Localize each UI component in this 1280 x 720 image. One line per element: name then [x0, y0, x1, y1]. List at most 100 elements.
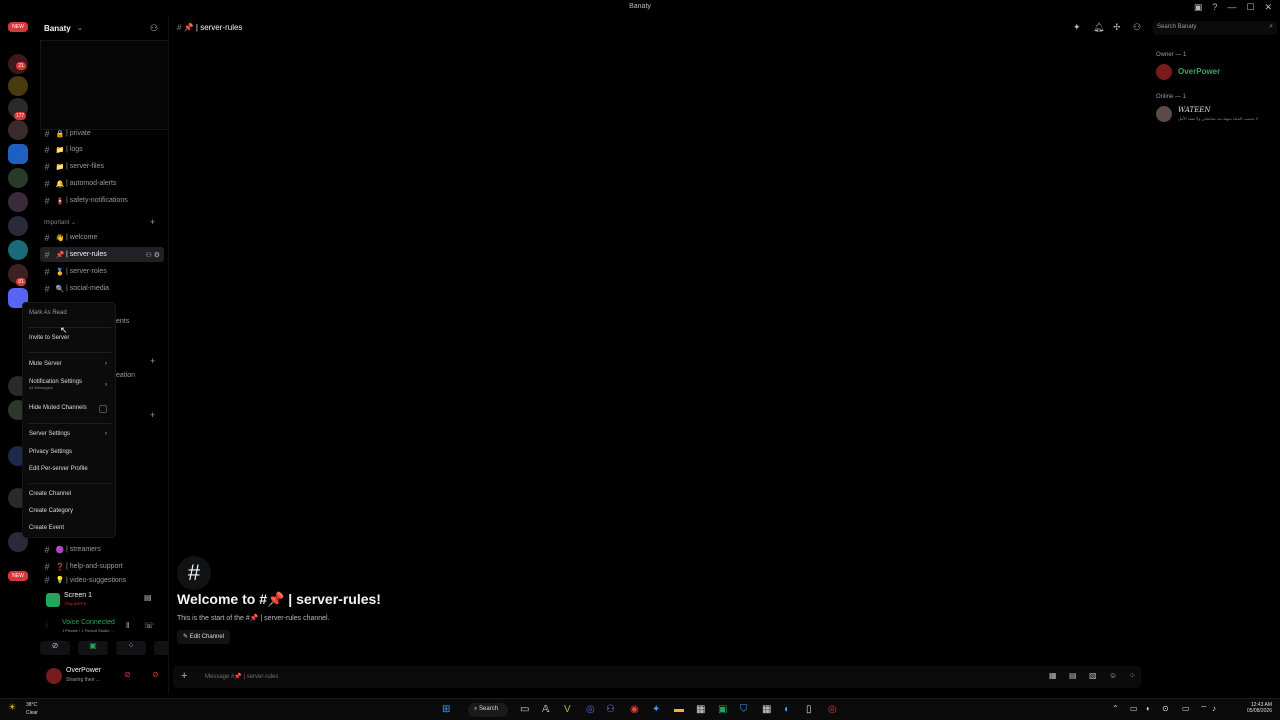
attach-plus-icon[interactable]: +: [181, 670, 187, 682]
menu-server-settings[interactable]: Server Settings ›: [29, 431, 113, 437]
tray-icon[interactable]: ▭: [1182, 704, 1190, 713]
menu-mark-as-read[interactable]: Mark As Read: [29, 310, 113, 316]
apps-icon[interactable]: ⁘: [1129, 671, 1136, 680]
menu-invite-to-server[interactable]: Invite to Server: [29, 335, 113, 341]
sticker-icon[interactable]: ▧: [1089, 671, 1097, 680]
menu-hide-muted-channels[interactable]: Hide Muted Channels: [29, 405, 113, 413]
tray-chevron-icon[interactable]: ⌃: [1112, 704, 1119, 713]
app-icon[interactable]: ◎: [828, 704, 837, 715]
start-icon[interactable]: ⊞: [442, 704, 450, 715]
server-icon[interactable]: [8, 168, 28, 188]
server-icon[interactable]: [8, 120, 28, 140]
channel-social-media[interactable]: # 🔍 | social-media: [40, 281, 164, 296]
channel-server-roles[interactable]: # 🏅 | server-roles: [40, 264, 164, 279]
maximize-icon[interactable]: ☐: [1246, 2, 1254, 13]
message-composer[interactable]: + Message #📌 | server-rules ▦ ▤ ▧ ☺ ⁘: [173, 666, 1141, 688]
pin-icon[interactable]: ✢: [1113, 22, 1121, 33]
weather-widget[interactable]: ☀ 38°C Clear: [8, 702, 38, 716]
channel-server-files[interactable]: # 📁 | server-files: [40, 159, 164, 174]
channel-private[interactable]: # 🔒 | private: [40, 126, 164, 141]
add-channel-icon[interactable]: +: [150, 356, 155, 366]
tray-icon[interactable]: ▭: [1130, 704, 1138, 713]
menu-privacy-settings[interactable]: Privacy Settings: [29, 449, 113, 455]
server-header[interactable]: Banaty ⌄ ⚇: [36, 16, 168, 40]
edge-icon[interactable]: ◐: [784, 704, 790, 715]
menu-create-category[interactable]: Create Category: [29, 508, 113, 514]
channel-streamers[interactable]: # 🟣 | streamers: [40, 542, 164, 557]
app-icon[interactable]: 𝔸: [542, 704, 549, 715]
search-input[interactable]: Search Banaty ⌕: [1153, 21, 1277, 35]
menu-create-event[interactable]: Create Event: [29, 525, 113, 531]
add-channel-icon[interactable]: +: [150, 217, 155, 227]
chrome-icon[interactable]: ◉: [630, 704, 639, 715]
emoji-icon[interactable]: ☺: [1109, 671, 1117, 680]
clock[interactable]: 12:43 AM 05/08/2026: [1247, 702, 1272, 714]
close-icon[interactable]: ✕: [1264, 2, 1272, 13]
menu-mute-server[interactable]: Mute Server ›: [29, 361, 113, 367]
message-input[interactable]: Message #📌 | server-rules: [205, 673, 278, 680]
member-list-icon[interactable]: ⚇: [1133, 22, 1141, 33]
channel-automod-alerts[interactable]: # 🔔 | automod-alerts: [40, 176, 164, 191]
bell-icon[interactable]: 🔔︎: [1093, 22, 1104, 33]
app-icon[interactable]: ▣: [718, 704, 727, 715]
activities-icon[interactable]: ⁘: [116, 641, 146, 655]
teams-icon[interactable]: ⚇: [606, 704, 615, 715]
calculator-icon[interactable]: ▦: [762, 704, 771, 715]
app-icon[interactable]: ✦: [652, 704, 660, 715]
channel-logs[interactable]: # 📁 | logs: [40, 142, 164, 157]
taskbar-search[interactable]: ⌕ Search: [468, 703, 508, 717]
member-row[interactable]: OverPower: [1156, 62, 1276, 82]
inbox-icon[interactable]: ▣: [1194, 2, 1203, 13]
hash-icon: #: [44, 561, 50, 572]
noise-suppression-icon[interactable]: ǁ: [126, 621, 129, 630]
notepad-icon[interactable]: ▯: [806, 704, 812, 715]
menu-create-channel[interactable]: Create Channel: [29, 491, 113, 497]
gift-icon[interactable]: ▦: [1049, 671, 1057, 680]
channel-emoji: 🔒: [55, 130, 65, 138]
app-icon[interactable]: V: [564, 704, 571, 715]
voice-detail: 1 Private / 1 Pursuit Studio ...: [62, 628, 114, 633]
minimize-icon[interactable]: —: [1227, 2, 1236, 13]
deafen-icon[interactable]: ⊘: [152, 670, 159, 679]
member-row[interactable]: WATEEN لا تحسب الحياة سهلة بعد معاشاتي و…: [1156, 104, 1276, 124]
checkbox[interactable]: [99, 405, 107, 413]
help-icon[interactable]: ?: [1212, 2, 1217, 13]
threads-icon[interactable]: ✦: [1073, 22, 1081, 33]
stream-settings-icon[interactable]: ▤: [144, 593, 152, 602]
server-icon[interactable]: [8, 144, 28, 164]
add-channel-icon[interactable]: +: [150, 410, 155, 420]
server-icon[interactable]: [8, 192, 28, 212]
tray-icon[interactable]: ◐: [1146, 704, 1151, 713]
microphone-icon[interactable]: ⊙: [1162, 704, 1169, 713]
screen-share-button[interactable]: ▣: [78, 641, 108, 655]
channel-help-and-support[interactable]: # ❓ | help-and-support: [40, 559, 164, 574]
file-explorer-icon[interactable]: ▬: [674, 704, 684, 715]
channel-label: | welcome: [66, 234, 98, 241]
gif-icon[interactable]: ▤: [1069, 671, 1077, 680]
invite-icon[interactable]: ⚇: [145, 252, 151, 259]
server-icon[interactable]: [8, 240, 28, 260]
category-important[interactable]: Important ⌄: [44, 219, 76, 226]
server-icon[interactable]: [8, 216, 28, 236]
channel-video-suggestions[interactable]: # 💡 | video-suggestions: [40, 576, 164, 584]
channel-server-rules[interactable]: # 📌 | server-rules ⚇ ⚙: [40, 247, 164, 262]
disconnect-icon[interactable]: ☏: [144, 621, 154, 630]
mute-icon[interactable]: ⊘: [124, 670, 131, 679]
channel-welcome[interactable]: # 👋 | welcome: [40, 230, 164, 245]
channel-safety-notifications[interactable]: # 🧯 | safety-notifications: [40, 193, 164, 208]
avatar[interactable]: [46, 668, 62, 684]
edit-channel-button[interactable]: ✎ Edit Channel: [177, 630, 231, 644]
volume-icon[interactable]: ♪: [1212, 704, 1216, 713]
server-icon[interactable]: [8, 76, 28, 96]
shield-icon[interactable]: ⛉: [740, 704, 748, 715]
camera-off-icon[interactable]: ⊘: [40, 641, 70, 655]
member-name: OverPower: [1178, 67, 1221, 76]
app-icon[interactable]: ▦: [696, 704, 705, 715]
add-member-icon[interactable]: ⚇: [150, 23, 158, 34]
wifi-icon[interactable]: ⌔: [1200, 704, 1208, 714]
discord-icon[interactable]: ◎: [586, 704, 595, 715]
menu-notification-settings[interactable]: Notification Settings All Messages ›: [29, 379, 113, 390]
menu-edit-per-server-profile[interactable]: Edit Per-server Profile: [29, 466, 113, 472]
task-view-icon[interactable]: ▭: [520, 704, 529, 715]
gear-icon[interactable]: ⚙: [154, 252, 160, 259]
